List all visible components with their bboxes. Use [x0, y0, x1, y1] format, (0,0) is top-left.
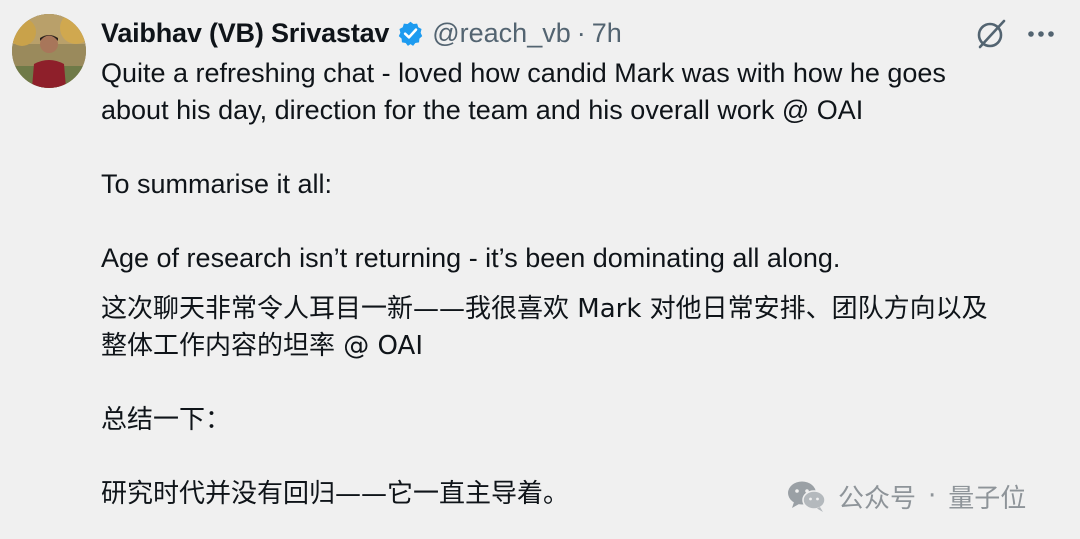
grok-icon[interactable] — [974, 17, 1008, 51]
watermark-label: 公众号 — [838, 483, 917, 514]
translation-text-line: 总结一下： — [101, 405, 232, 435]
tweet-text-line: Quite a refreshing chat - loved how cand… — [101, 58, 946, 88]
tweet-text-line: about his day, direction for the team an… — [101, 95, 864, 125]
avatar[interactable] — [12, 14, 86, 88]
separator-dot: · — [576, 18, 586, 48]
tweet-header: Vaibhav (VB) Srivastav @reach_vb · 7h — [101, 15, 622, 51]
verified-badge-icon — [397, 20, 424, 47]
handle[interactable]: @reach_vb — [432, 15, 570, 51]
watermark-separator: · — [928, 481, 937, 511]
timestamp[interactable]: 7h — [592, 15, 622, 51]
tweet[interactable]: Vaibhav (VB) Srivastav @reach_vb · 7h Qu… — [0, 0, 1080, 539]
tweet-text-line: Age of research isn’t returning - it’s b… — [101, 243, 841, 273]
translation-text-line: 这次聊天非常令人耳目一新——我很喜欢 Mark 对他日常安排、团队方向以及 — [101, 294, 988, 324]
more-icon[interactable] — [1026, 21, 1056, 47]
wechat-icon — [786, 478, 828, 514]
watermark: 公众号 · 量子位 — [786, 476, 1026, 516]
watermark-account: 量子位 — [948, 483, 1027, 514]
display-name[interactable]: Vaibhav (VB) Srivastav — [101, 15, 389, 51]
translation-text-line: 整体工作内容的坦率 @ OAI — [101, 331, 423, 361]
tweet-text-line: To summarise it all: — [101, 169, 333, 199]
